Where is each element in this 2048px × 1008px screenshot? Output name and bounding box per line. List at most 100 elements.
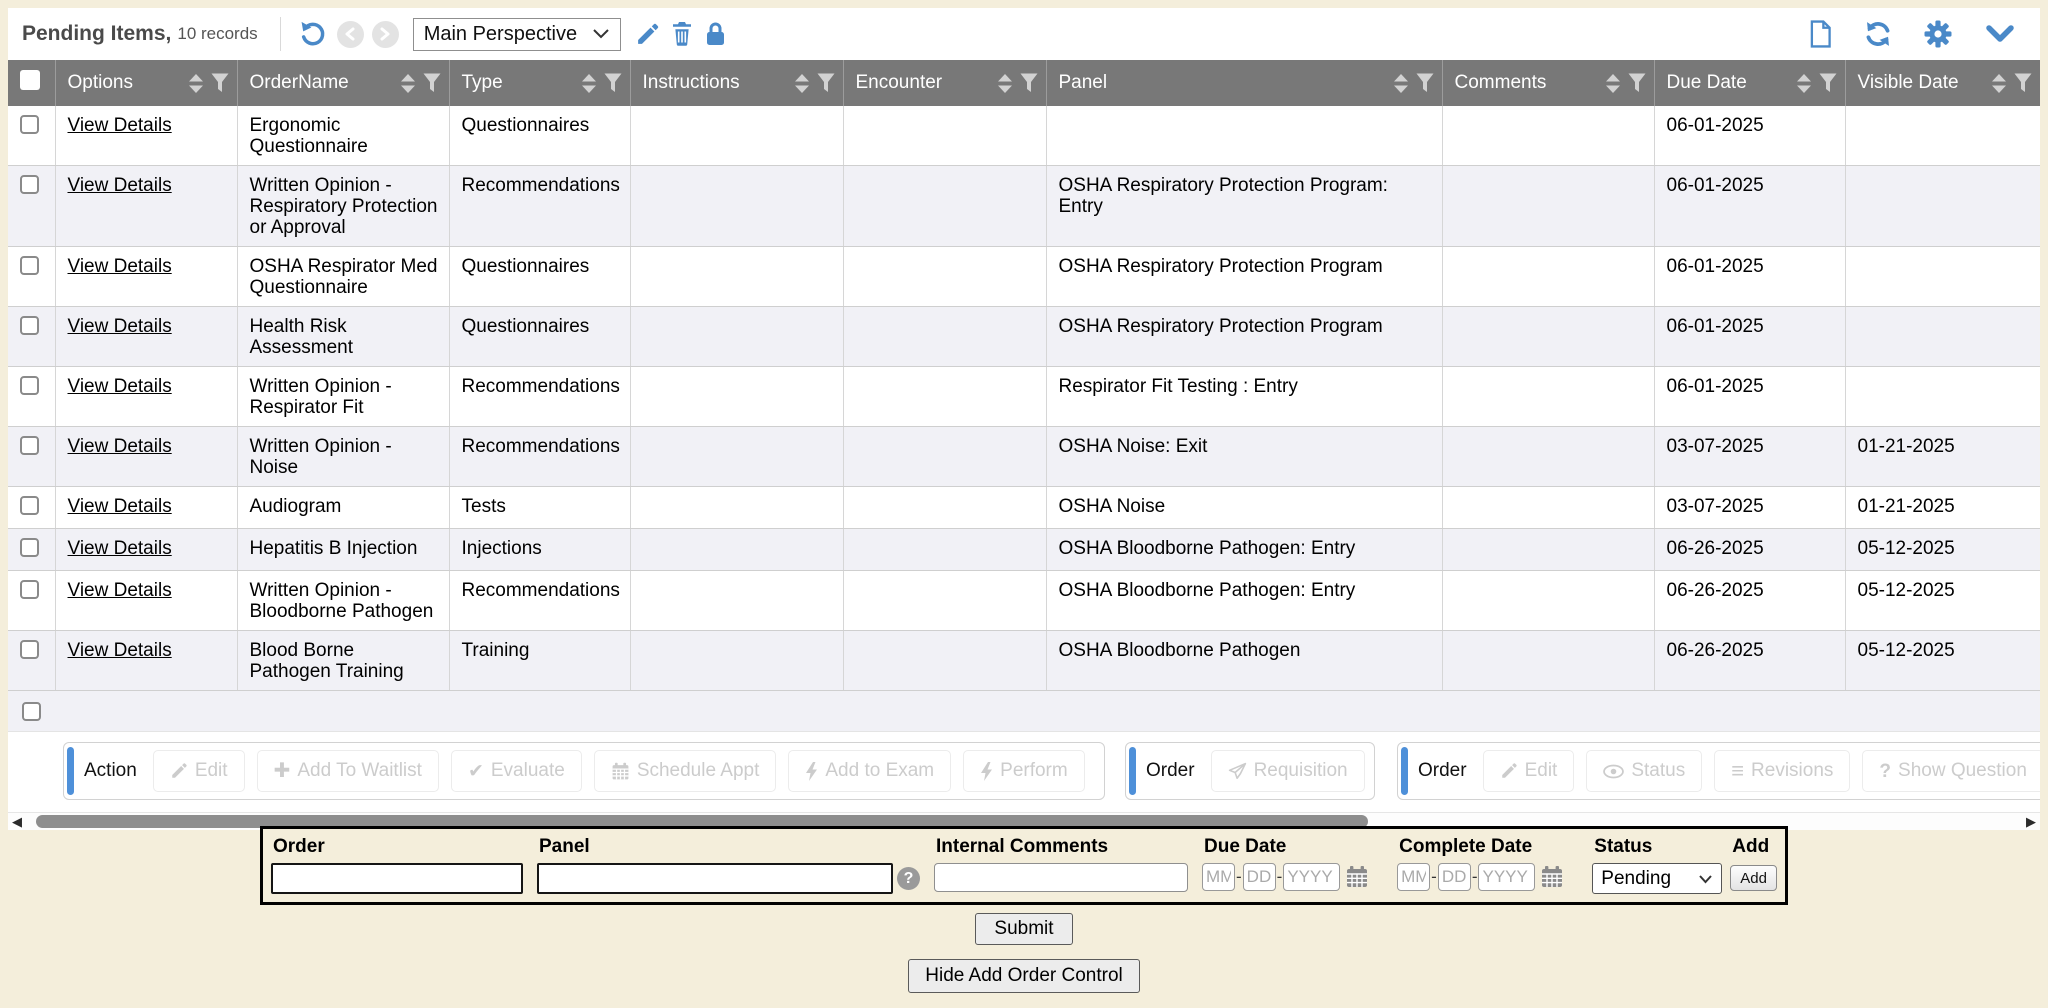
column-header-encounter[interactable]: Encounter <box>843 60 1046 106</box>
complete-day-input[interactable] <box>1438 863 1471 891</box>
cell-type: Injections <box>449 529 630 571</box>
lock-icon[interactable] <box>704 21 727 47</box>
view-details-link[interactable]: View Details <box>68 538 172 559</box>
cell-due-date: 03-07-2025 <box>1654 487 1845 529</box>
filter-icon[interactable] <box>1020 73 1038 93</box>
column-header-instructions[interactable]: Instructions <box>630 60 843 106</box>
column-header-label: Encounter <box>856 72 943 94</box>
column-header-visible-date[interactable]: Visible Date <box>1845 60 2040 106</box>
due-day-input[interactable] <box>1243 863 1276 891</box>
refresh-icon[interactable] <box>1864 20 1892 48</box>
filter-icon[interactable] <box>604 73 622 93</box>
cell-comments <box>1442 571 1654 631</box>
status-select[interactable]: Pending <box>1592 863 1722 894</box>
column-header-options[interactable]: Options <box>55 60 237 106</box>
sort-icon[interactable] <box>1991 73 2007 94</box>
sort-icon[interactable] <box>1393 73 1409 94</box>
row-checkbox[interactable] <box>20 316 39 335</box>
view-details-link[interactable]: View Details <box>68 496 172 517</box>
submit-button[interactable]: Submit <box>975 913 1072 945</box>
undo-icon[interactable] <box>299 20 327 48</box>
sort-icon[interactable] <box>1605 73 1621 94</box>
filter-icon[interactable] <box>1819 73 1837 93</box>
gear-icon[interactable] <box>1924 20 1952 48</box>
filter-icon[interactable] <box>423 73 441 93</box>
sort-icon[interactable] <box>188 73 204 94</box>
row-checkbox[interactable] <box>20 256 39 275</box>
status-button[interactable]: Status <box>1586 750 1702 792</box>
complete-month-input[interactable] <box>1397 863 1430 891</box>
due-month-input[interactable] <box>1202 863 1235 891</box>
column-header-type[interactable]: Type <box>449 60 630 106</box>
row-checkbox[interactable] <box>20 580 39 599</box>
edit-button[interactable]: Edit <box>1483 750 1575 792</box>
edit-perspective-icon[interactable] <box>635 22 660 47</box>
next-icon[interactable] <box>372 21 399 48</box>
evaluate-button[interactable]: ✔Evaluate <box>451 750 582 792</box>
sort-icon[interactable] <box>1796 73 1812 94</box>
order-label: Order <box>273 836 523 858</box>
cell-instructions <box>630 307 843 367</box>
filter-icon[interactable] <box>1416 73 1434 93</box>
row-checkbox[interactable] <box>20 538 39 557</box>
sort-icon[interactable] <box>581 73 597 94</box>
view-details-link[interactable]: View Details <box>68 580 172 601</box>
form-col-complete-date: Complete Date - - <box>1397 834 1578 894</box>
previous-icon[interactable] <box>337 21 364 48</box>
complete-year-input[interactable] <box>1478 863 1535 891</box>
row-checkbox[interactable] <box>20 640 39 659</box>
cell-encounter <box>843 529 1046 571</box>
edit-button[interactable]: Edit <box>153 750 245 792</box>
button-label: Show Question <box>1898 760 2027 782</box>
column-header-ordername[interactable]: OrderName <box>237 60 449 106</box>
internal-comments-input[interactable] <box>934 863 1188 892</box>
view-details-link[interactable]: View Details <box>68 115 172 136</box>
schedule-appt-button[interactable]: Schedule Appt <box>594 750 777 792</box>
filter-icon[interactable] <box>817 73 835 93</box>
collapse-chevron-icon[interactable] <box>1984 23 2016 45</box>
due-year-input[interactable] <box>1283 863 1340 891</box>
due-calendar-icon[interactable] <box>1345 865 1369 889</box>
new-document-icon[interactable] <box>1809 20 1832 48</box>
panel-input[interactable] <box>537 863 893 894</box>
row-checkbox[interactable] <box>20 496 39 515</box>
row-checkbox[interactable] <box>20 175 39 194</box>
requisition-button[interactable]: Requisition <box>1211 750 1365 792</box>
select-all-checkbox[interactable] <box>20 70 40 90</box>
sort-icon[interactable] <box>794 73 810 94</box>
cell-visible-date <box>1845 307 2040 367</box>
add-button[interactable]: Add <box>1730 865 1777 891</box>
sort-icon[interactable] <box>400 73 416 94</box>
sort-icon[interactable] <box>997 73 1013 94</box>
cell-checkbox <box>8 571 55 631</box>
perform-button[interactable]: Perform <box>963 750 1085 792</box>
add-to-exam-button[interactable]: Add to Exam <box>788 750 951 792</box>
filter-icon[interactable] <box>1628 73 1646 93</box>
view-details-link[interactable]: View Details <box>68 640 172 661</box>
delete-perspective-icon[interactable] <box>670 21 694 47</box>
row-checkbox[interactable] <box>20 436 39 455</box>
view-details-link[interactable]: View Details <box>68 436 172 457</box>
view-details-link[interactable]: View Details <box>68 256 172 277</box>
add-to-waitlist-button[interactable]: ✚Add To Waitlist <box>257 750 439 792</box>
perspective-select[interactable]: Main Perspective <box>413 18 621 51</box>
form-col-panel: Panel ? <box>537 834 920 894</box>
revisions-button[interactable]: ≡Revisions <box>1714 750 1850 792</box>
view-details-link[interactable]: View Details <box>68 376 172 397</box>
order-input[interactable] <box>271 863 523 894</box>
view-details-link[interactable]: View Details <box>68 175 172 196</box>
column-header-due-date[interactable]: Due Date <box>1654 60 1845 106</box>
row-checkbox[interactable] <box>20 376 39 395</box>
row-checkbox[interactable] <box>20 115 39 134</box>
filter-icon[interactable] <box>2014 73 2032 93</box>
hide-add-order-control-button[interactable]: Hide Add Order Control <box>908 959 1140 993</box>
view-details-link[interactable]: View Details <box>68 316 172 337</box>
help-icon[interactable]: ? <box>897 867 920 890</box>
show-question-button[interactable]: ?Show Question <box>1862 750 2040 792</box>
complete-calendar-icon[interactable] <box>1540 865 1564 889</box>
filter-icon[interactable] <box>211 73 229 93</box>
column-header-comments[interactable]: Comments <box>1442 60 1654 106</box>
footer-checkbox[interactable] <box>22 702 41 721</box>
cell-type: Recommendations <box>449 166 630 247</box>
column-header-panel[interactable]: Panel <box>1046 60 1442 106</box>
